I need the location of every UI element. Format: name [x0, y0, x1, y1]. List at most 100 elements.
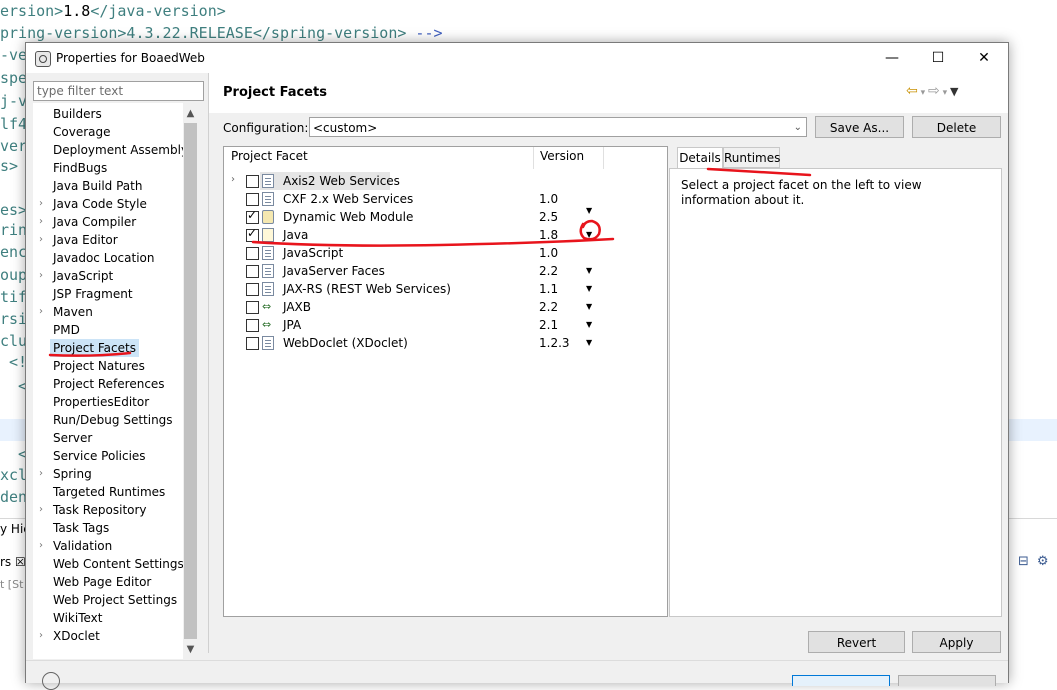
facet-checkbox[interactable] — [246, 208, 259, 224]
facet-version[interactable]: 1.0 — [539, 192, 558, 206]
chevron-right-icon[interactable]: › — [39, 267, 47, 285]
tree-item[interactable]: Spring — [53, 465, 92, 483]
tree-item[interactable]: Coverage — [53, 123, 111, 141]
tree-item[interactable]: Javadoc Location — [53, 249, 154, 267]
tree-item[interactable]: FindBugs — [53, 159, 107, 177]
tree-scrollbar-thumb[interactable] — [184, 123, 197, 639]
tree-item[interactable]: Web Content Settings — [53, 555, 183, 573]
view-menu-icon[interactable]: ▼ — [950, 85, 958, 98]
tree-item[interactable]: Java Editor — [53, 231, 118, 249]
revert-button[interactable]: Revert — [808, 631, 905, 653]
chevron-right-icon[interactable]: › — [39, 465, 47, 483]
back-dropdown-icon[interactable]: ▾ — [918, 88, 928, 98]
tree-item[interactable]: Task Tags — [53, 519, 109, 537]
facet-name[interactable]: Axis2 Web Services — [283, 174, 400, 188]
configuration-select[interactable]: <custom> ⌄ — [309, 117, 807, 137]
facet-checkbox[interactable] — [246, 265, 259, 278]
version-dropdown-icon[interactable]: ▼ — [586, 206, 592, 215]
tree-item[interactable]: JSP Fragment — [53, 285, 133, 303]
facet-version[interactable]: 1.2.3 — [539, 336, 570, 350]
version-dropdown-icon[interactable]: ▼ — [586, 302, 592, 311]
help-icon[interactable] — [42, 672, 60, 690]
tree-item[interactable]: JavaScript — [53, 267, 113, 285]
minimize-button[interactable]: — — [869, 43, 915, 73]
chevron-right-icon[interactable]: › — [39, 213, 47, 231]
facet-checkbox[interactable] — [246, 193, 259, 206]
pane-splitter[interactable] — [208, 73, 209, 653]
facet-checkbox[interactable] — [246, 301, 259, 314]
maximize-button[interactable]: ☐ — [915, 43, 961, 73]
tree-item[interactable]: Task Repository — [53, 501, 147, 519]
facet-name[interactable]: Dynamic Web Module — [283, 210, 413, 224]
chevron-right-icon[interactable]: › — [39, 195, 47, 213]
tree-item[interactable]: XDoclet — [53, 627, 100, 645]
filter-input[interactable]: type filter text — [33, 81, 204, 101]
save-as-button[interactable]: Save As... — [815, 116, 904, 138]
facet-name[interactable]: WebDoclet (XDoclet) — [283, 336, 408, 350]
version-dropdown-icon[interactable]: ▼ — [586, 284, 592, 293]
tab-runtimes[interactable]: Runtimes — [723, 147, 780, 168]
tree-item[interactable]: WikiText — [53, 609, 103, 627]
facet-version[interactable]: 1.8 — [539, 228, 558, 242]
tree-item[interactable]: Web Page Editor — [53, 573, 151, 591]
tree-item[interactable]: Java Build Path — [53, 177, 142, 195]
history-nav[interactable]: ⇦ ▾ ⇨ ▾ ▼ — [906, 83, 958, 99]
facet-name[interactable]: JavaScript — [283, 246, 343, 260]
facet-name[interactable]: CXF 2.x Web Services — [283, 192, 413, 206]
facet-name[interactable]: JAX-RS (REST Web Services) — [283, 282, 451, 296]
facet-version[interactable]: 1.0 — [539, 246, 558, 260]
tab-details[interactable]: Details — [677, 147, 723, 168]
chevron-right-icon[interactable]: › — [39, 501, 47, 519]
version-dropdown-icon[interactable]: ▼ — [586, 266, 592, 275]
close-button[interactable]: ✕ — [961, 43, 1007, 73]
forward-dropdown-icon[interactable]: ▾ — [940, 88, 950, 98]
scroll-down-icon[interactable]: ▼ — [183, 641, 198, 659]
tree-item[interactable]: Project Natures — [53, 357, 145, 375]
facet-checkbox[interactable] — [246, 319, 259, 332]
tree-item[interactable]: Run/Debug Settings — [53, 411, 173, 429]
facet-version[interactable]: 2.2 — [539, 264, 558, 278]
column-header-facet[interactable]: Project Facet — [231, 149, 308, 163]
facet-checkbox[interactable] — [246, 247, 259, 260]
version-dropdown-icon[interactable]: ▼ — [586, 338, 592, 347]
tree-item[interactable]: Deployment Assembly — [53, 141, 183, 159]
delete-button[interactable]: Delete — [912, 116, 1001, 138]
facet-version[interactable]: 1.1 — [539, 282, 558, 296]
facet-version[interactable]: 2.2 — [539, 300, 558, 314]
facet-name[interactable]: JPA — [283, 318, 301, 332]
tree-item[interactable]: Project References — [53, 375, 165, 393]
tree-item[interactable]: Targeted Runtimes — [53, 483, 165, 501]
chevron-right-icon[interactable]: › — [39, 231, 47, 249]
tree-item[interactable]: Builders — [53, 105, 102, 123]
tree-item[interactable]: Java Code Style — [53, 195, 147, 213]
tree-item[interactable]: PMD — [53, 321, 80, 339]
chevron-right-icon[interactable]: › — [39, 627, 47, 645]
forward-arrow-icon[interactable]: ⇨ — [928, 83, 940, 99]
dialog-titlebar[interactable]: Properties for BoaedWeb — ☐ ✕ — [26, 43, 1008, 73]
facet-checkbox[interactable] — [246, 226, 259, 242]
tree-item[interactable]: Validation — [53, 537, 112, 555]
facet-name[interactable]: JavaServer Faces — [283, 264, 385, 278]
tree-item[interactable]: Project Facets — [50, 339, 139, 357]
facet-checkbox[interactable] — [246, 283, 259, 296]
facet-checkbox[interactable] — [246, 175, 259, 188]
chevron-right-icon[interactable]: › — [39, 537, 47, 555]
version-dropdown-icon[interactable]: ▼ — [586, 320, 592, 329]
tree-item[interactable]: Web Project Settings — [53, 591, 177, 609]
tree-item[interactable]: Java Compiler — [53, 213, 136, 231]
tree-item[interactable]: PropertiesEditor — [53, 393, 149, 411]
facet-name[interactable]: JAXB — [283, 300, 311, 314]
tree-item[interactable]: Maven — [53, 303, 93, 321]
version-dropdown-icon[interactable]: ▼ — [586, 230, 592, 239]
scroll-up-icon[interactable]: ▲ — [183, 105, 198, 123]
tree-item[interactable]: Service Policies — [53, 447, 146, 465]
chevron-right-icon[interactable]: › — [231, 174, 235, 185]
back-arrow-icon[interactable]: ⇦ — [906, 83, 918, 99]
facet-name[interactable]: Java — [283, 228, 308, 242]
bottom-panel-toolbar-icons[interactable]: ⊟⚙ — [1018, 554, 1057, 569]
facet-checkbox[interactable] — [246, 337, 259, 350]
facet-version[interactable]: 2.5 — [539, 210, 558, 224]
bottom-tab-markers[interactable]: rs ☒ — [0, 555, 26, 569]
tree-item[interactable]: Server — [53, 429, 92, 447]
facet-version[interactable]: 2.1 — [539, 318, 558, 332]
